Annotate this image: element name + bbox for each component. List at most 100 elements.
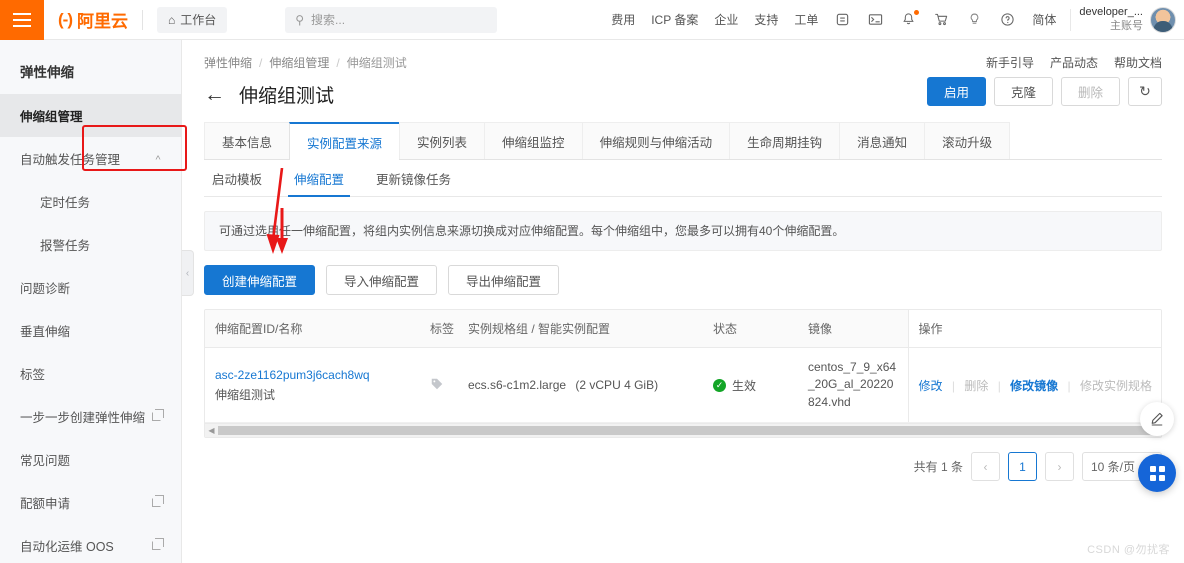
top-navigation-bar: (-) 阿里云 ⌂ 工作台 ⚲ 搜索... 费用 ICP 备案 企业 支持 工单 [0, 0, 1184, 40]
help-link-product-updates[interactable]: 产品动态 [1050, 54, 1098, 71]
top-link-enterprise[interactable]: 企业 [706, 11, 746, 28]
sidebar-item-step-by-step-create[interactable]: 一步一步创建弹性伸缩 [0, 395, 181, 438]
table-row: asc-2ze1162pum3j6cach8wq 伸缩组测试 ecs.s6-c1… [205, 347, 1161, 424]
column-header-tag: 标签 [420, 310, 458, 348]
sidebar-item-alarm-task[interactable]: 报警任务 [0, 223, 181, 266]
hamburger-icon[interactable] [0, 0, 44, 40]
tab-instance-config-source[interactable]: 实例配置来源 [289, 122, 401, 160]
page-size-label: 10 条/页 [1091, 460, 1136, 475]
bell-icon[interactable] [892, 10, 925, 27]
subtab-label: 更新镜像任务 [376, 172, 452, 187]
pagination-prev-button[interactable]: ‹ [971, 452, 1000, 482]
instance-type: ecs.s6-c1m2.large [468, 378, 567, 393]
global-search-input[interactable]: ⚲ 搜索... [285, 6, 498, 33]
help-link-beginner-guide[interactable]: 新手引导 [986, 54, 1034, 71]
grid-icon[interactable] [1138, 454, 1176, 492]
sidebar-item-problem-diagnosis[interactable]: 问题诊断 [0, 266, 181, 309]
brand-logo-link[interactable]: (-) 阿里云 [44, 7, 142, 32]
sidebar-item-label: 报警任务 [40, 239, 91, 253]
tab-scaling-rules-activities[interactable]: 伸缩规则与伸缩活动 [581, 122, 731, 159]
tab-lifecycle-hook[interactable]: 生命周期挂钩 [729, 122, 841, 159]
import-scaling-config-button[interactable]: 导入伸缩配置 [326, 265, 438, 295]
tab-message-notification[interactable]: 消息通知 [839, 122, 926, 159]
table-horizontal-scrollbar[interactable]: ◀ [205, 423, 1161, 438]
page-header: ← 伸缩组测试 启用 克隆 删除 ↻ [182, 71, 1184, 108]
column-header-image: 镜像 [798, 310, 908, 348]
cell-operations: 修改 | 删除 | 修改镜像 | 修改实例规格 [907, 347, 1161, 424]
back-arrow-icon[interactable]: ← [204, 84, 225, 105]
subtab-scaling-configuration[interactable]: 伸缩配置 [278, 160, 360, 197]
terminal-icon[interactable] [859, 12, 892, 27]
workbench-button[interactable]: ⌂ 工作台 [156, 6, 228, 33]
cart-icon[interactable] [925, 12, 958, 27]
operation-separator: | [997, 378, 1001, 393]
pagination-next-button[interactable]: › [1045, 452, 1074, 482]
avatar[interactable] [1150, 6, 1176, 33]
breadcrumb-item-1[interactable]: 弹性伸缩 [204, 54, 252, 71]
sidebar-item-label: 问题诊断 [20, 282, 71, 296]
top-link-icp[interactable]: ICP 备案 [643, 11, 706, 28]
user-name: developer_... [1079, 5, 1143, 18]
help-link-documentation[interactable]: 帮助文档 [1114, 54, 1162, 71]
tab-basic-info[interactable]: 基本信息 [204, 122, 291, 159]
sidebar: 弹性伸缩 伸缩组管理 自动触发任务管理 ˄ 定时任务 报警任务 问题诊断 垂直伸… [0, 40, 182, 563]
sidebar-item-oos[interactable]: 自动化运维 OOS [0, 524, 181, 563]
tab-scaling-group-monitor[interactable]: 伸缩组监控 [484, 122, 583, 159]
pagination-total: 共有 1 条 [913, 460, 963, 475]
config-id-link[interactable]: asc-2ze1162pum3j6cach8wq [215, 368, 410, 382]
sidebar-item-label: 定时任务 [40, 196, 91, 210]
top-link-support[interactable]: 支持 [746, 11, 786, 28]
app-store-icon[interactable] [826, 12, 859, 27]
pencil-icon[interactable] [1140, 402, 1174, 436]
sidebar-item-scaling-group-management[interactable]: 伸缩组管理 [0, 94, 181, 137]
instance-spec-detail: (2 vCPU 4 GiB) [575, 378, 659, 393]
sidebar-item-scheduled-task[interactable]: 定时任务 [0, 180, 181, 223]
tag-icon [430, 378, 444, 394]
scroll-left-icon[interactable]: ◀ [205, 426, 218, 435]
help-icon[interactable] [991, 12, 1024, 27]
top-link-fee[interactable]: 费用 [603, 11, 643, 28]
pagination-page-1[interactable]: 1 [1008, 452, 1037, 482]
operation-modify-instance-spec[interactable]: 修改实例规格 [1080, 379, 1152, 393]
sidebar-item-label: 配额申请 [20, 497, 71, 511]
main-content: 弹性伸缩 / 伸缩组管理 / 伸缩组测试 新手引导 产品动态 帮助文档 ← 伸缩… [182, 40, 1184, 563]
operation-delete[interactable]: 删除 [964, 379, 988, 393]
breadcrumb-separator: / [336, 55, 340, 70]
create-scaling-config-button[interactable]: 创建伸缩配置 [204, 265, 316, 295]
page-title: 伸缩组测试 [239, 86, 335, 107]
tab-rolling-upgrade[interactable]: 滚动升级 [924, 122, 1011, 159]
operation-modify-image[interactable]: 修改镜像 [1010, 379, 1058, 393]
refresh-icon[interactable]: ↻ [1128, 77, 1162, 106]
breadcrumb-item-2[interactable]: 伸缩组管理 [269, 54, 329, 71]
scrollbar-thumb[interactable] [218, 426, 1160, 436]
enable-button[interactable]: 启用 [926, 77, 986, 106]
subtab-launch-template[interactable]: 启动模板 [204, 160, 278, 196]
tab-instance-list[interactable]: 实例列表 [399, 122, 486, 159]
sidebar-item-vertical-scaling[interactable]: 垂直伸缩 [0, 309, 181, 352]
user-divider [1070, 8, 1072, 31]
top-link-ticket[interactable]: 工单 [786, 11, 826, 28]
tab-label: 实例列表 [417, 135, 468, 150]
check-circle-icon: ✓ [713, 378, 726, 392]
user-account-menu[interactable]: developer_... 主账号 [1079, 6, 1176, 34]
sidebar-item-faq[interactable]: 常见问题 [0, 438, 181, 481]
clone-button[interactable]: 克隆 [993, 77, 1053, 106]
subtab-update-image-task[interactable]: 更新镜像任务 [360, 160, 467, 196]
sidebar-item-auto-trigger-task[interactable]: 自动触发任务管理 ˄ [0, 137, 181, 180]
export-scaling-config-button[interactable]: 导出伸缩配置 [448, 265, 560, 295]
sidebar-item-tags[interactable]: 标签 [0, 352, 181, 395]
delete-button[interactable]: 删除 [1060, 77, 1120, 106]
language-switcher[interactable]: 简体 [1024, 11, 1064, 28]
bulb-icon[interactable] [958, 12, 991, 27]
aliyun-logo-icon: (-) [58, 10, 73, 29]
sidebar-collapse-toggle[interactable]: ‹ [182, 250, 194, 296]
user-account-type: 主账号 [1110, 19, 1143, 32]
tab-label: 伸缩组监控 [502, 135, 565, 150]
sidebar-item-label: 一步一步创建弹性伸缩 [20, 411, 146, 425]
table-toolbar: 创建伸缩配置 导入伸缩配置 导出伸缩配置 [204, 265, 1162, 295]
search-placeholder: 搜索... [311, 13, 346, 27]
operation-modify[interactable]: 修改 [919, 379, 943, 393]
sidebar-item-quota-application[interactable]: 配额申请 [0, 481, 181, 524]
tab-label: 基本信息 [222, 135, 273, 150]
column-header-config-id: 伸缩配置ID/名称 [205, 310, 420, 348]
